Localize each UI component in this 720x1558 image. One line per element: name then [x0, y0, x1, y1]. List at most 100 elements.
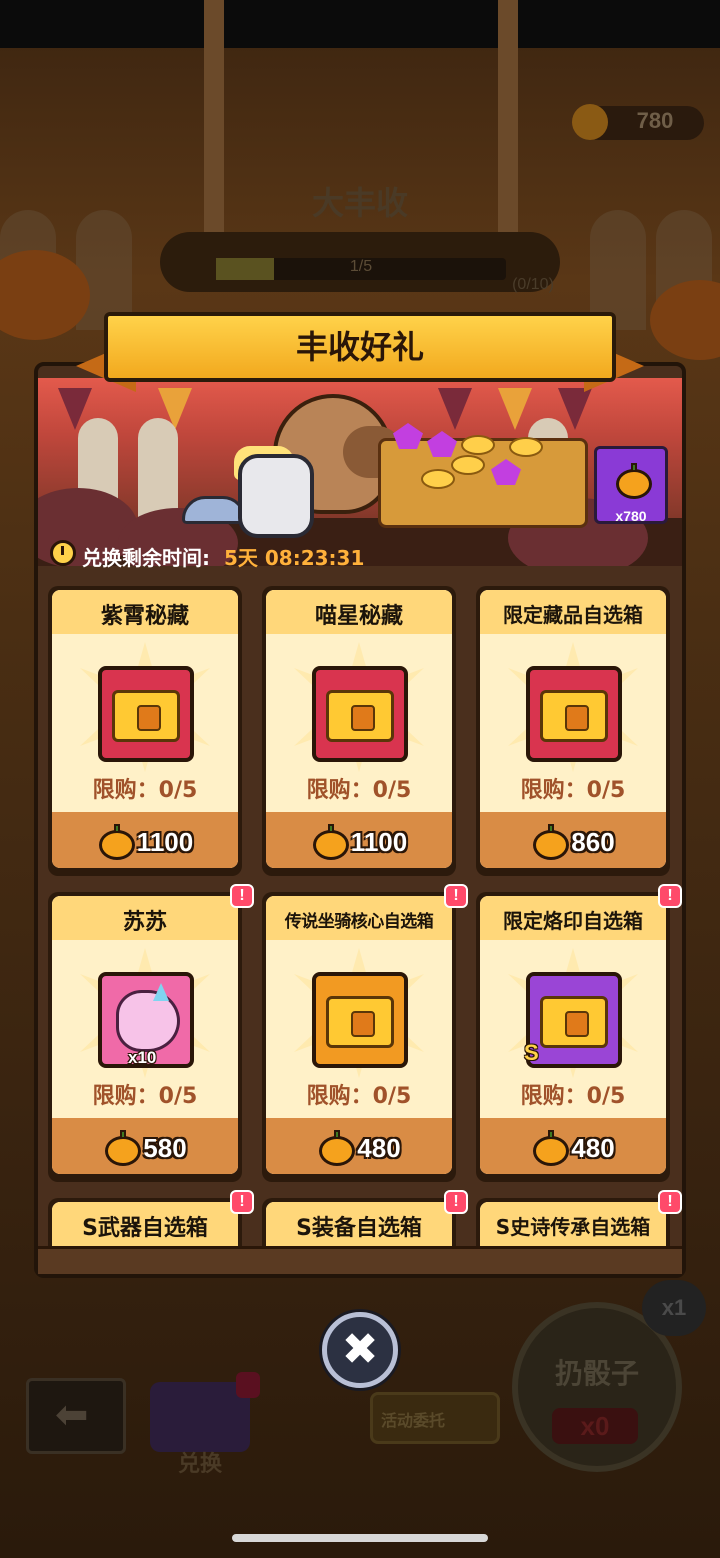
event-progress-text: 1/5	[349, 258, 373, 275]
card-body: 限定烙印自选箱 S 限购：0/5 480	[480, 896, 666, 1174]
treasure-crate	[378, 423, 588, 528]
item-icon-frame	[526, 666, 622, 762]
shop-item-card[interactable]: S史诗传承自选箱	[476, 1198, 670, 1246]
purchase-limit: 限购：0/5	[520, 778, 626, 803]
item-icon-frame	[98, 666, 194, 762]
event-reward-count: (0/10)	[512, 276, 554, 293]
item-icon-frame	[312, 666, 408, 762]
buy-button[interactable]: 480	[266, 1130, 452, 1166]
pumpkin-icon	[614, 463, 654, 499]
item-price: 480	[357, 1132, 401, 1163]
buy-button[interactable]: 580	[52, 1130, 238, 1166]
alert-icon: !	[444, 1190, 468, 1214]
coin-icon	[421, 469, 455, 489]
card-body: S武器自选箱	[52, 1202, 238, 1246]
item-price: 860	[571, 826, 615, 857]
purchase-limit: 限购：0/5	[92, 1084, 198, 1109]
rope-post-left	[204, 0, 224, 240]
bunting-flag	[498, 388, 532, 430]
close-icon: ✖	[341, 1324, 379, 1375]
currency-value: 780	[636, 108, 674, 133]
shop-item-card[interactable]: 传说坐骑核心自选箱 限购：0/5 480	[262, 892, 456, 1182]
pumpkin-icon	[311, 824, 351, 860]
card-body: 限定藏品自选箱 限购：0/5 860	[480, 590, 666, 868]
dialog-banner	[38, 378, 682, 566]
alert-icon: !	[658, 1190, 682, 1214]
home-indicator[interactable]	[232, 1534, 488, 1542]
pumpkin-icon	[317, 1130, 357, 1166]
quantity-badge: x10	[128, 1048, 157, 1067]
chest-icon	[540, 996, 608, 1048]
purchase-limit: 限购：0/5	[306, 778, 412, 803]
item-price: 580	[143, 1132, 187, 1163]
buy-button[interactable]: 860	[480, 824, 666, 860]
purchase-limit: 限购：0/5	[92, 778, 198, 803]
item-title: 喵星秘藏	[314, 604, 403, 629]
rope-post-right	[498, 0, 518, 240]
back-button[interactable]: ⬅	[26, 1378, 126, 1454]
buy-button[interactable]: 1100	[52, 824, 238, 860]
card-body: 传说坐骑核心自选箱 限购：0/5 480	[266, 896, 452, 1174]
pumpkin-balance-count: x780	[615, 508, 647, 524]
card-body: S史诗传承自选箱	[480, 1202, 666, 1246]
commission-label: 活动委托	[381, 1411, 446, 1430]
gem-icon	[393, 423, 423, 449]
dialog-footer	[38, 1246, 682, 1274]
item-title: 传说坐骑核心自选箱	[284, 912, 434, 932]
close-button[interactable]: ✖	[322, 1312, 398, 1388]
item-title: S武器自选箱	[82, 1216, 208, 1241]
card-body: S装备自选箱	[266, 1202, 452, 1246]
dialog-title: 丰收好礼	[295, 328, 424, 366]
multiplier-button[interactable]: x1	[642, 1280, 706, 1336]
item-title: S装备自选箱	[296, 1216, 422, 1241]
alert-icon: !	[230, 884, 254, 908]
item-title: 苏苏	[122, 910, 167, 935]
pumpkin-icon	[531, 1130, 571, 1166]
item-price: 1100	[136, 826, 194, 857]
item-icon-frame	[312, 972, 408, 1068]
stopwatch-icon	[50, 540, 76, 566]
turtle-character	[182, 496, 246, 524]
commission-button[interactable]: 活动委托	[370, 1392, 500, 1444]
coin-icon	[509, 437, 543, 457]
alert-icon: !	[658, 884, 682, 908]
bunting-flag	[558, 388, 592, 430]
shop-item-card[interactable]: S装备自选箱	[262, 1198, 456, 1246]
coin-icon	[451, 455, 485, 475]
item-title: 限定藏品自选箱	[503, 603, 643, 627]
bunting-flag	[438, 388, 472, 430]
timer-value: 5天 08:23:31	[224, 546, 365, 570]
shop-item-grid[interactable]: 紫霄秘藏 限购：0/5 1100 喵星秘藏 限购：0/5 1100 限定藏品自选箱 限购：0/…	[38, 574, 682, 1246]
pumpkin-icon	[97, 824, 137, 860]
item-icon-frame: S	[524, 972, 622, 1068]
item-title: 限定烙印自选箱	[503, 909, 643, 933]
dragon-icon	[116, 990, 180, 1052]
event-title: 大丰收	[311, 184, 408, 222]
shop-item-card[interactable]: 紫霄秘藏限购：0/5 1100	[48, 586, 242, 876]
shop-item-card[interactable]: 限定藏品自选箱 限购：0/5 860	[476, 586, 670, 876]
dice-count: x0	[552, 1408, 638, 1444]
chest-icon	[112, 690, 180, 742]
gem-icon	[427, 431, 457, 457]
exchange-button[interactable]	[150, 1382, 250, 1452]
alert-icon: !	[230, 1190, 254, 1214]
shop-item-card[interactable]: 苏苏 x10 限购：0/5 580	[48, 892, 242, 1182]
shop-item-card[interactable]: 限定烙印自选箱 S 限购：0/5 480	[476, 892, 670, 1182]
item-title: 紫霄秘藏	[100, 604, 189, 629]
fence-post	[138, 418, 178, 518]
buy-button[interactable]: 480	[480, 1130, 666, 1166]
buy-button[interactable]: 1100	[266, 824, 452, 860]
arrow-left-icon: ⬅	[55, 1392, 89, 1438]
card-body: 苏苏 x10 限购：0/5 580	[52, 896, 238, 1174]
shop-item-card[interactable]: S武器自选箱	[48, 1198, 242, 1246]
card-body: 紫霄秘藏限购：0/5 1100	[52, 590, 238, 868]
chest-icon	[326, 996, 394, 1048]
cow-character	[238, 454, 314, 538]
item-price: 1100	[350, 826, 408, 857]
card-body: 喵星秘藏限购：0/5 1100	[266, 590, 452, 868]
timer-label: 兑换剩余时间:	[82, 546, 210, 570]
chest-icon	[326, 690, 394, 742]
item-icon-frame: x10	[98, 972, 194, 1068]
shop-item-card[interactable]: 喵星秘藏限购：0/5 1100	[262, 586, 456, 876]
purchase-limit: 限购：0/5	[520, 1084, 626, 1109]
